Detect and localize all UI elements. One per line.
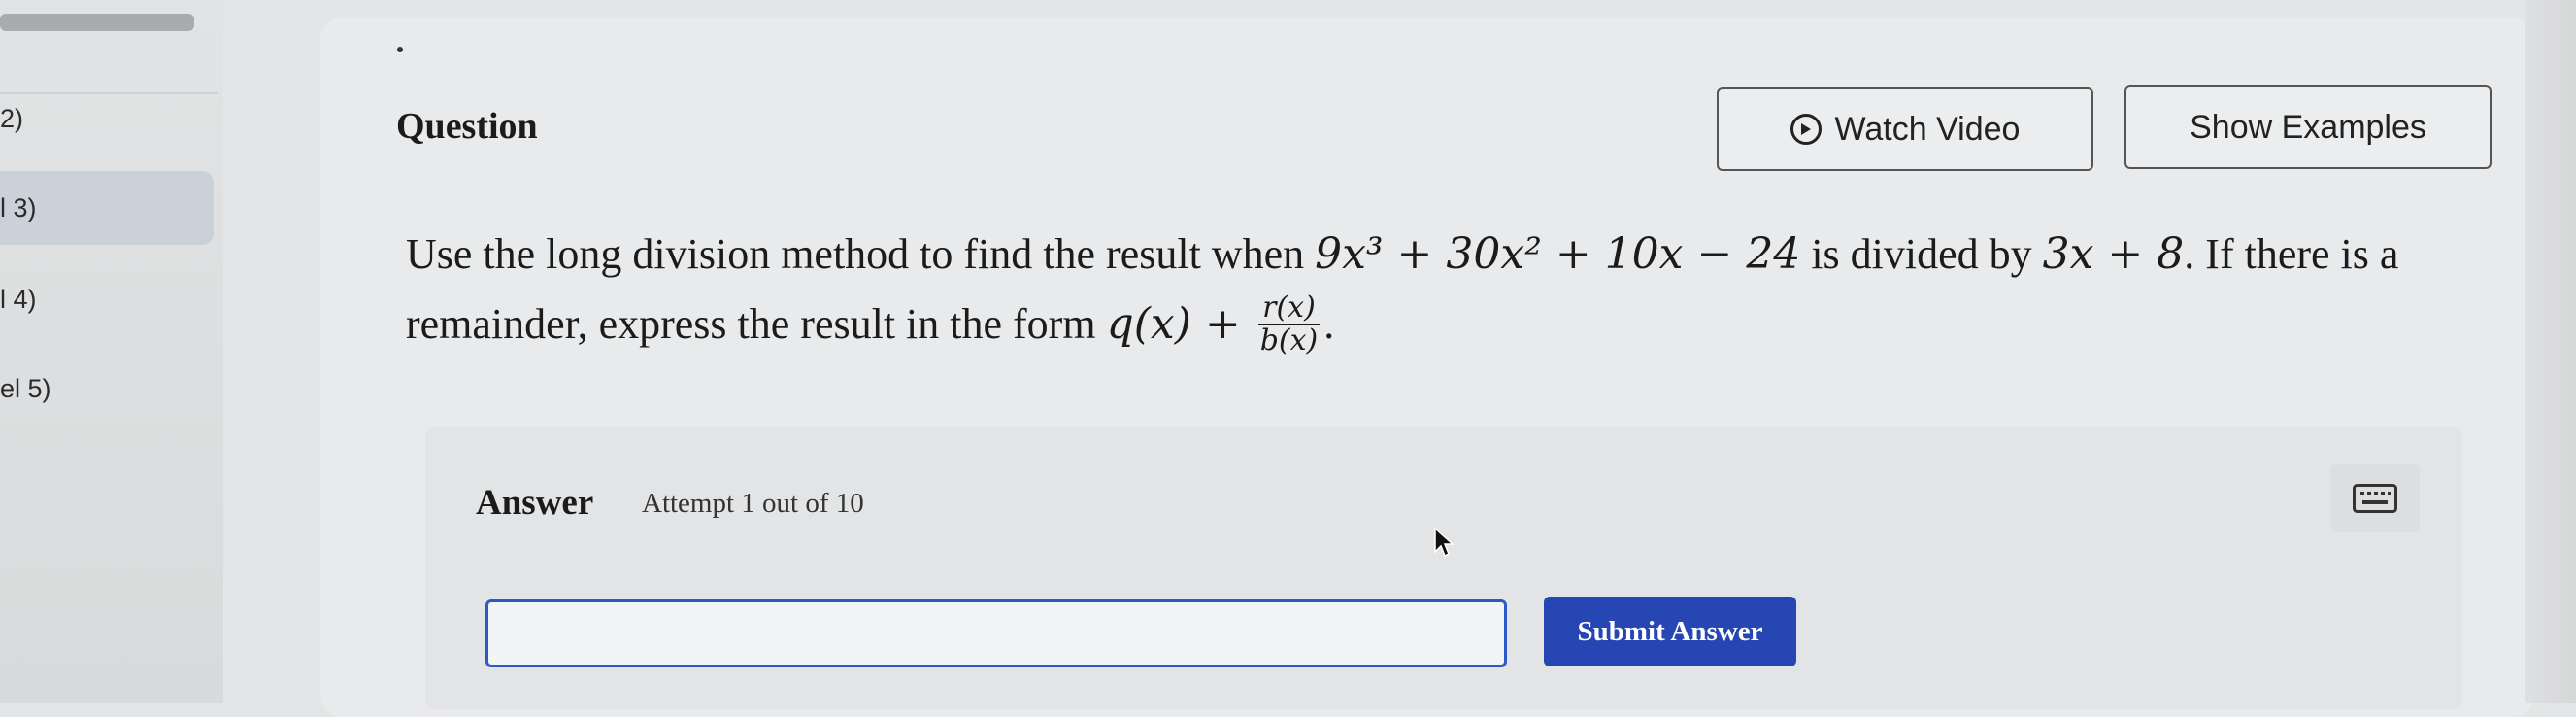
page-edge — [2525, 0, 2576, 703]
dividend-polynomial: 9x³ + 30x² + 10x − 24 — [1315, 229, 1801, 279]
result-form-fraction: r(x) b(x) — [1257, 291, 1321, 358]
question-text: Use the long division method to find the… — [406, 220, 2464, 360]
sidebar-item-5[interactable]: el 5) — [0, 352, 214, 426]
sidebar-item-4[interactable]: l 4) — [0, 262, 214, 336]
sidebar-item-2[interactable]: 2) — [0, 82, 214, 155]
sidebar-item-label: 2) — [0, 103, 24, 133]
mouse-pointer-icon — [1433, 527, 1455, 563]
fraction-numerator: r(x) — [1257, 291, 1321, 325]
watch-video-label: Watch Video — [1834, 110, 2021, 148]
question-title: Question — [396, 106, 538, 147]
submit-answer-button[interactable]: Submit Answer — [1544, 597, 1796, 666]
question-text-part: . — [1323, 300, 1335, 348]
question-text-part: Use the long division method to find the… — [406, 230, 1316, 278]
answer-input[interactable] — [485, 599, 1507, 667]
show-examples-label: Show Examples — [2190, 108, 2426, 146]
sidebar-item-label: l 3) — [0, 192, 37, 222]
question-text-part: is divided by — [1800, 230, 2043, 278]
sidebar-item-label: l 4) — [0, 284, 37, 314]
answer-label: Answer — [476, 483, 594, 523]
sidebar: 2) l 3) l 4) el 5) — [0, 0, 223, 703]
result-form-q: q(x) + — [1106, 299, 1255, 349]
sidebar-item-label: el 5) — [0, 373, 51, 403]
show-examples-button[interactable]: Show Examples — [2124, 85, 2492, 169]
decorative-dot — [397, 47, 403, 52]
keyboard-icon[interactable] — [2330, 464, 2420, 532]
divisor-polynomial: 3x + 8 — [2042, 229, 2185, 279]
sidebar-header-bar — [0, 14, 194, 31]
sidebar-item-3[interactable]: l 3) — [0, 171, 214, 245]
fraction-denominator: b(x) — [1259, 323, 1319, 358]
play-circle-icon — [1790, 114, 1822, 145]
watch-video-button[interactable]: Watch Video — [1717, 87, 2093, 171]
attempt-counter: Attempt 1 out of 10 — [642, 488, 864, 519]
